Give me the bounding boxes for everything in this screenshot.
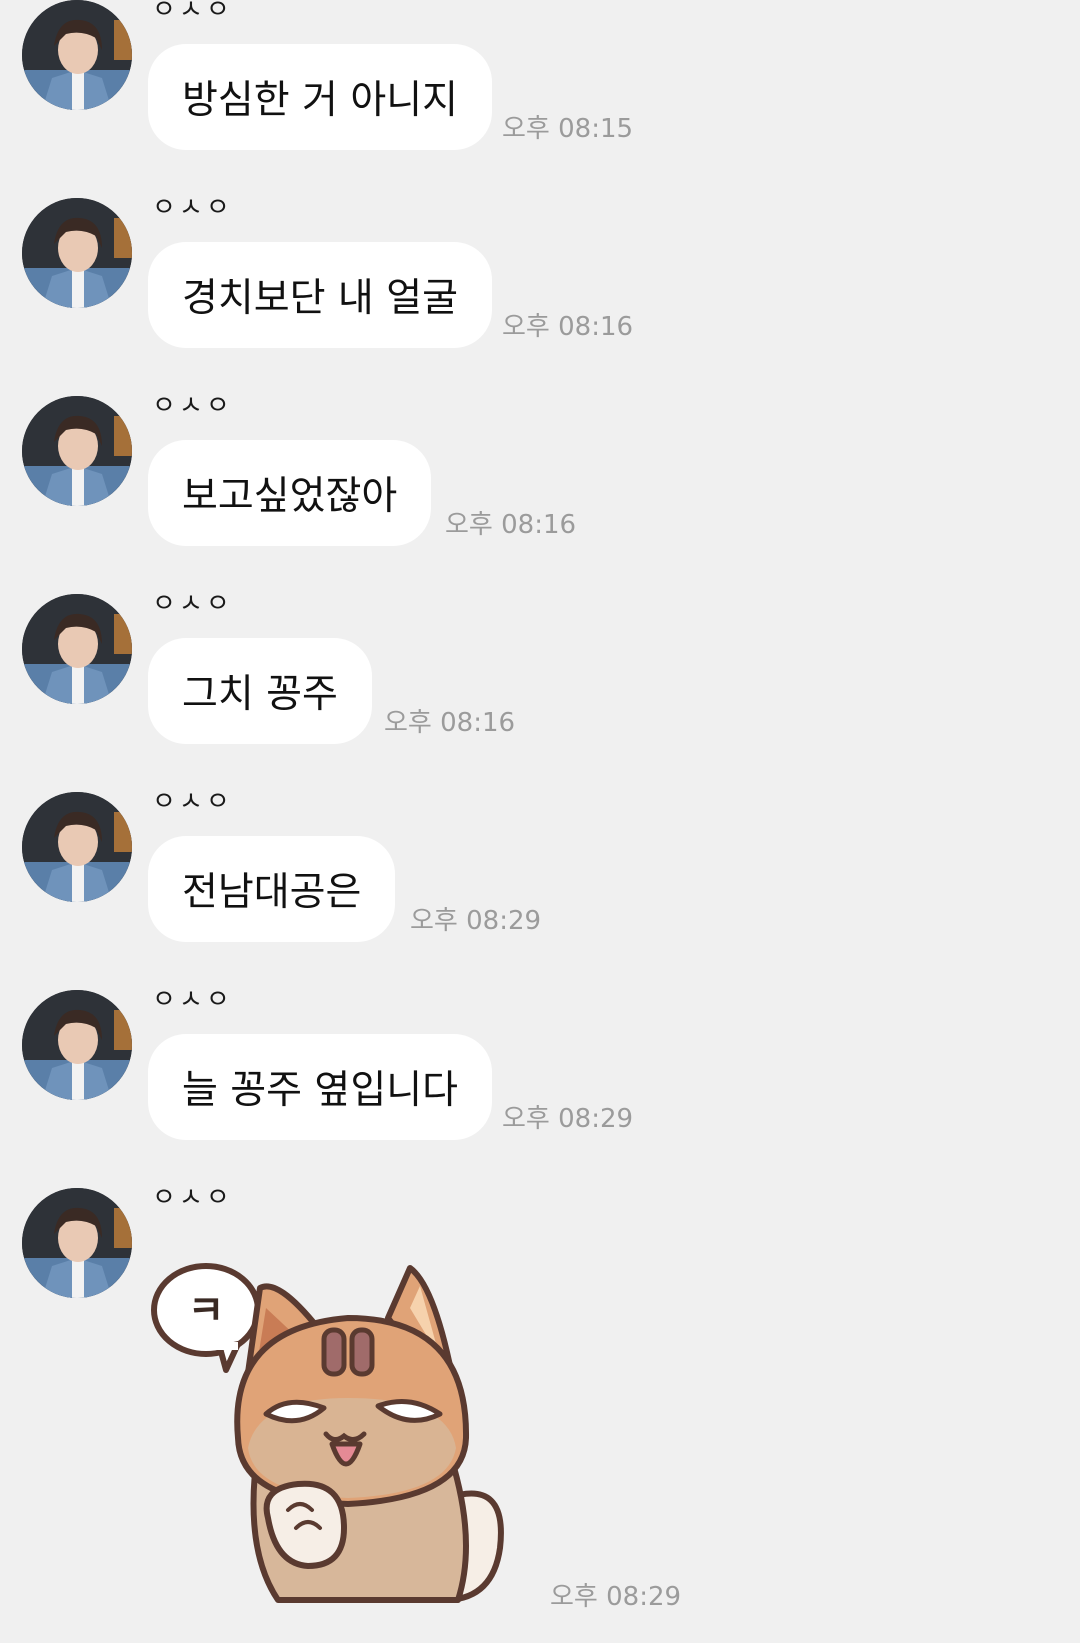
message-bubble[interactable]: 방심한 거 아니지 <box>148 44 492 150</box>
message-bubble[interactable]: 보고싶었잖아 <box>148 440 432 546</box>
sender-name: ㅇㅅㅇ <box>152 985 233 1015</box>
message-time: 오후 08:16 <box>502 312 634 342</box>
message-time: 오후 08:16 <box>384 708 516 738</box>
sender-name: ㅇㅅㅇ <box>152 1183 233 1213</box>
message-bubble[interactable]: 경치보단 내 얼굴 <box>148 242 492 348</box>
cat-sticker[interactable]: ㅋ <box>148 1248 528 1618</box>
sender-name: ㅇㅅㅇ <box>152 193 233 223</box>
sender-name: ㅇㅅㅇ <box>152 0 233 25</box>
message-time: 오후 08:16 <box>445 510 577 540</box>
avatar[interactable] <box>22 594 132 704</box>
sender-name: ㅇㅅㅇ <box>152 391 233 421</box>
avatar[interactable] <box>22 990 132 1100</box>
message-bubble[interactable]: 늘 꽁주 옆입니다 <box>148 1034 492 1140</box>
avatar[interactable] <box>22 198 132 308</box>
message-time: 오후 08:15 <box>502 114 634 144</box>
speech-bubble-icon: ㅋ <box>151 1263 261 1373</box>
sender-name: ㅇㅅㅇ <box>152 589 233 619</box>
message-time: 오후 08:29 <box>410 906 542 936</box>
avatar[interactable] <box>22 396 132 506</box>
sender-name: ㅇㅅㅇ <box>152 787 233 817</box>
message-time: 오후 08:29 <box>550 1582 682 1612</box>
message-bubble[interactable]: 그치 꽁주 <box>148 638 372 744</box>
message-bubble[interactable]: 전남대공은 <box>148 836 396 942</box>
message-time: 오후 08:29 <box>502 1104 634 1134</box>
avatar[interactable] <box>22 0 132 110</box>
cat-icon <box>234 1265 504 1603</box>
avatar[interactable] <box>22 1188 132 1298</box>
speech-bubble-text: ㅋ <box>188 1288 225 1334</box>
avatar[interactable] <box>22 792 132 902</box>
